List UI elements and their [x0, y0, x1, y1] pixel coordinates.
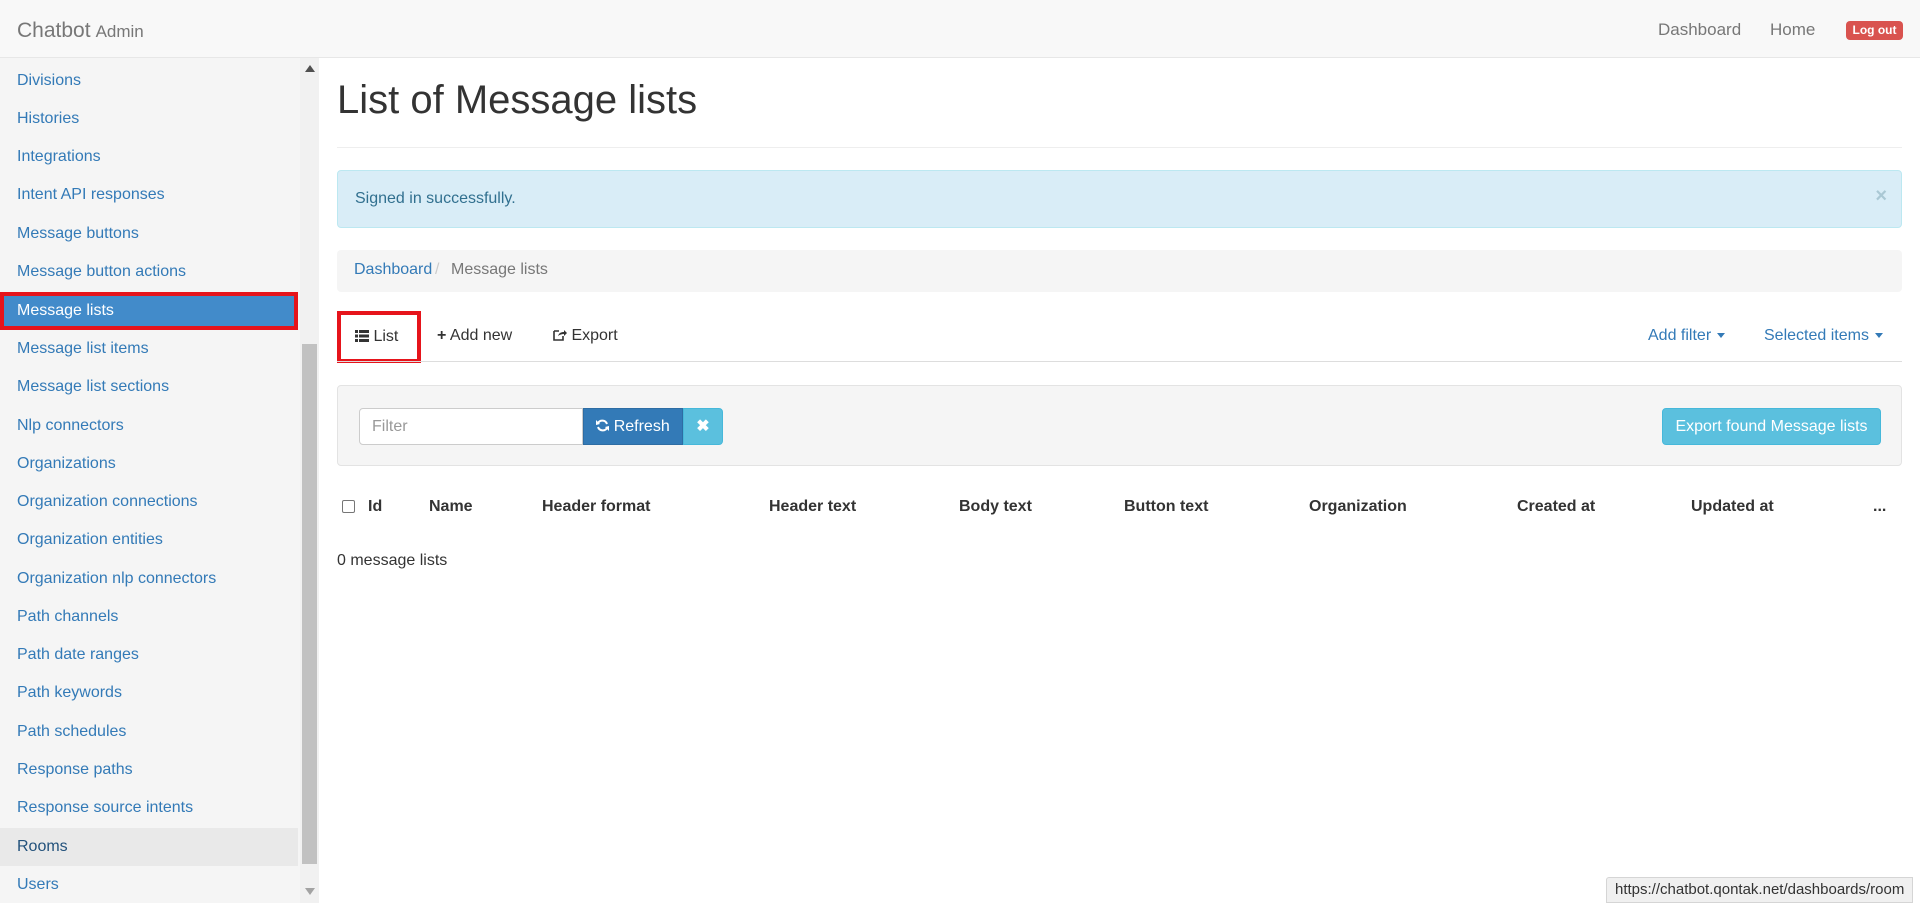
logout-button[interactable]: Log out [1846, 21, 1903, 40]
list-icon [355, 330, 369, 342]
sidebar-item-path-schedules[interactable]: Path schedules [0, 713, 298, 751]
plus-icon: + [437, 327, 447, 344]
tab-add-new-label: Add new [449, 327, 513, 344]
success-alert: Signed in successfully. × [337, 170, 1902, 228]
sidebar-item-message-button-actions[interactable]: Message button actions [0, 253, 298, 291]
share-icon [553, 330, 567, 341]
add-filter-dropdown[interactable]: Add filter [1648, 314, 1726, 358]
sidebar-item-organization-entities[interactable]: Organization entities [0, 521, 298, 559]
sidebar-item-histories[interactable]: Histories [0, 100, 298, 138]
sidebar-item-organizations[interactable]: Organizations [0, 445, 298, 483]
select-all-checkbox[interactable] [342, 500, 355, 513]
sidebar: Divisions Histories Integrations Intent … [0, 58, 300, 903]
sidebar-item-intent-api-responses[interactable]: Intent API responses [0, 176, 298, 214]
top-navbar: Chatbot Admin Dashboard Home Log out [0, 0, 1920, 58]
sidebar-item-integrations[interactable]: Integrations [0, 138, 298, 176]
sidebar-item-message-list-sections[interactable]: Message list sections [0, 368, 298, 406]
refresh-icon [596, 419, 610, 432]
sidebar-item-divisions[interactable]: Divisions [0, 62, 298, 100]
alert-message: Signed in successfully. [355, 190, 516, 207]
tab-add-new[interactable]: + Add new [437, 314, 512, 358]
brand-name[interactable]: Chatbot [17, 19, 91, 42]
nav-home-link[interactable]: Home [1770, 20, 1815, 40]
sidebar-item-response-paths[interactable]: Response paths [0, 751, 298, 789]
sidebar-item-organization-nlp-connectors[interactable]: Organization nlp connectors [0, 560, 298, 598]
column-header-body-text[interactable]: Body text [959, 498, 1032, 516]
column-header-created-at[interactable]: Created at [1517, 498, 1595, 516]
sidebar-item-rooms[interactable]: Rooms [0, 828, 298, 866]
sidebar-item-path-channels[interactable]: Path channels [0, 598, 298, 636]
sidebar-item-message-lists[interactable]: Message lists [0, 292, 298, 330]
scroll-thumb[interactable] [302, 344, 317, 864]
breadcrumb-separator: / [435, 261, 440, 278]
column-header-header-text[interactable]: Header text [769, 498, 856, 516]
title-divider [337, 147, 1902, 148]
column-header-organization[interactable]: Organization [1309, 498, 1407, 516]
record-count: 0 message lists [337, 552, 448, 569]
filter-input[interactable] [359, 408, 583, 445]
sidebar-item-path-date-ranges[interactable]: Path date ranges [0, 636, 298, 674]
add-filter-label: Add filter [1648, 327, 1712, 344]
column-header-actions: ... [1873, 498, 1887, 515]
clear-filter-button[interactable]: ✖ [683, 408, 723, 445]
status-bar-url: https://chatbot.qontak.net/dashboards/ro… [1606, 877, 1914, 903]
tab-export-label: Export [571, 327, 618, 344]
sidebar-item-message-list-items[interactable]: Message list items [0, 330, 298, 368]
column-header-name[interactable]: Name [429, 498, 473, 516]
column-header-updated-at[interactable]: Updated at [1691, 498, 1774, 516]
sidebar-item-users[interactable]: Users [0, 866, 298, 903]
caret-down-icon [1874, 333, 1883, 339]
sidebar-item-message-buttons[interactable]: Message buttons [0, 215, 298, 253]
tab-export[interactable]: Export [553, 314, 618, 358]
breadcrumb: Dashboard / Message lists [337, 250, 1902, 292]
column-header-id[interactable]: Id [368, 498, 382, 516]
tab-list-label: List [373, 328, 399, 345]
selected-items-dropdown[interactable]: Selected items [1764, 314, 1883, 358]
column-header-header-format[interactable]: Header format [542, 498, 650, 516]
tabs-divider [337, 361, 1902, 362]
tab-list[interactable]: List [337, 311, 421, 363]
breadcrumb-dashboard-link[interactable]: Dashboard [354, 261, 432, 279]
scroll-up-arrow-icon[interactable] [305, 65, 315, 72]
export-found-button[interactable]: Export found Message lists [1662, 408, 1881, 445]
selected-items-label: Selected items [1764, 327, 1869, 344]
sidebar-item-nlp-connectors[interactable]: Nlp connectors [0, 407, 298, 445]
filter-panel: Refresh ✖ Export found Message lists [337, 385, 1902, 466]
sidebar-scrollbar[interactable] [300, 58, 319, 903]
refresh-button[interactable]: Refresh [583, 408, 683, 445]
close-icon[interactable]: × [1875, 185, 1887, 208]
refresh-label: Refresh [613, 418, 670, 435]
nav-dashboard-link[interactable]: Dashboard [1658, 20, 1741, 40]
sidebar-item-path-keywords[interactable]: Path keywords [0, 674, 298, 712]
breadcrumb-current: Message lists [451, 261, 548, 278]
scroll-down-arrow-icon[interactable] [305, 888, 315, 895]
brand-logo[interactable]: Chatbot Admin [17, 19, 144, 43]
caret-down-icon [1717, 333, 1726, 339]
sidebar-item-organization-connections[interactable]: Organization connections [0, 483, 298, 521]
sidebar-item-response-source-intents[interactable]: Response source intents [0, 789, 298, 827]
page-title: List of Message lists [337, 78, 698, 122]
brand-sub[interactable]: Admin [96, 22, 144, 41]
column-header-button-text[interactable]: Button text [1124, 498, 1208, 516]
